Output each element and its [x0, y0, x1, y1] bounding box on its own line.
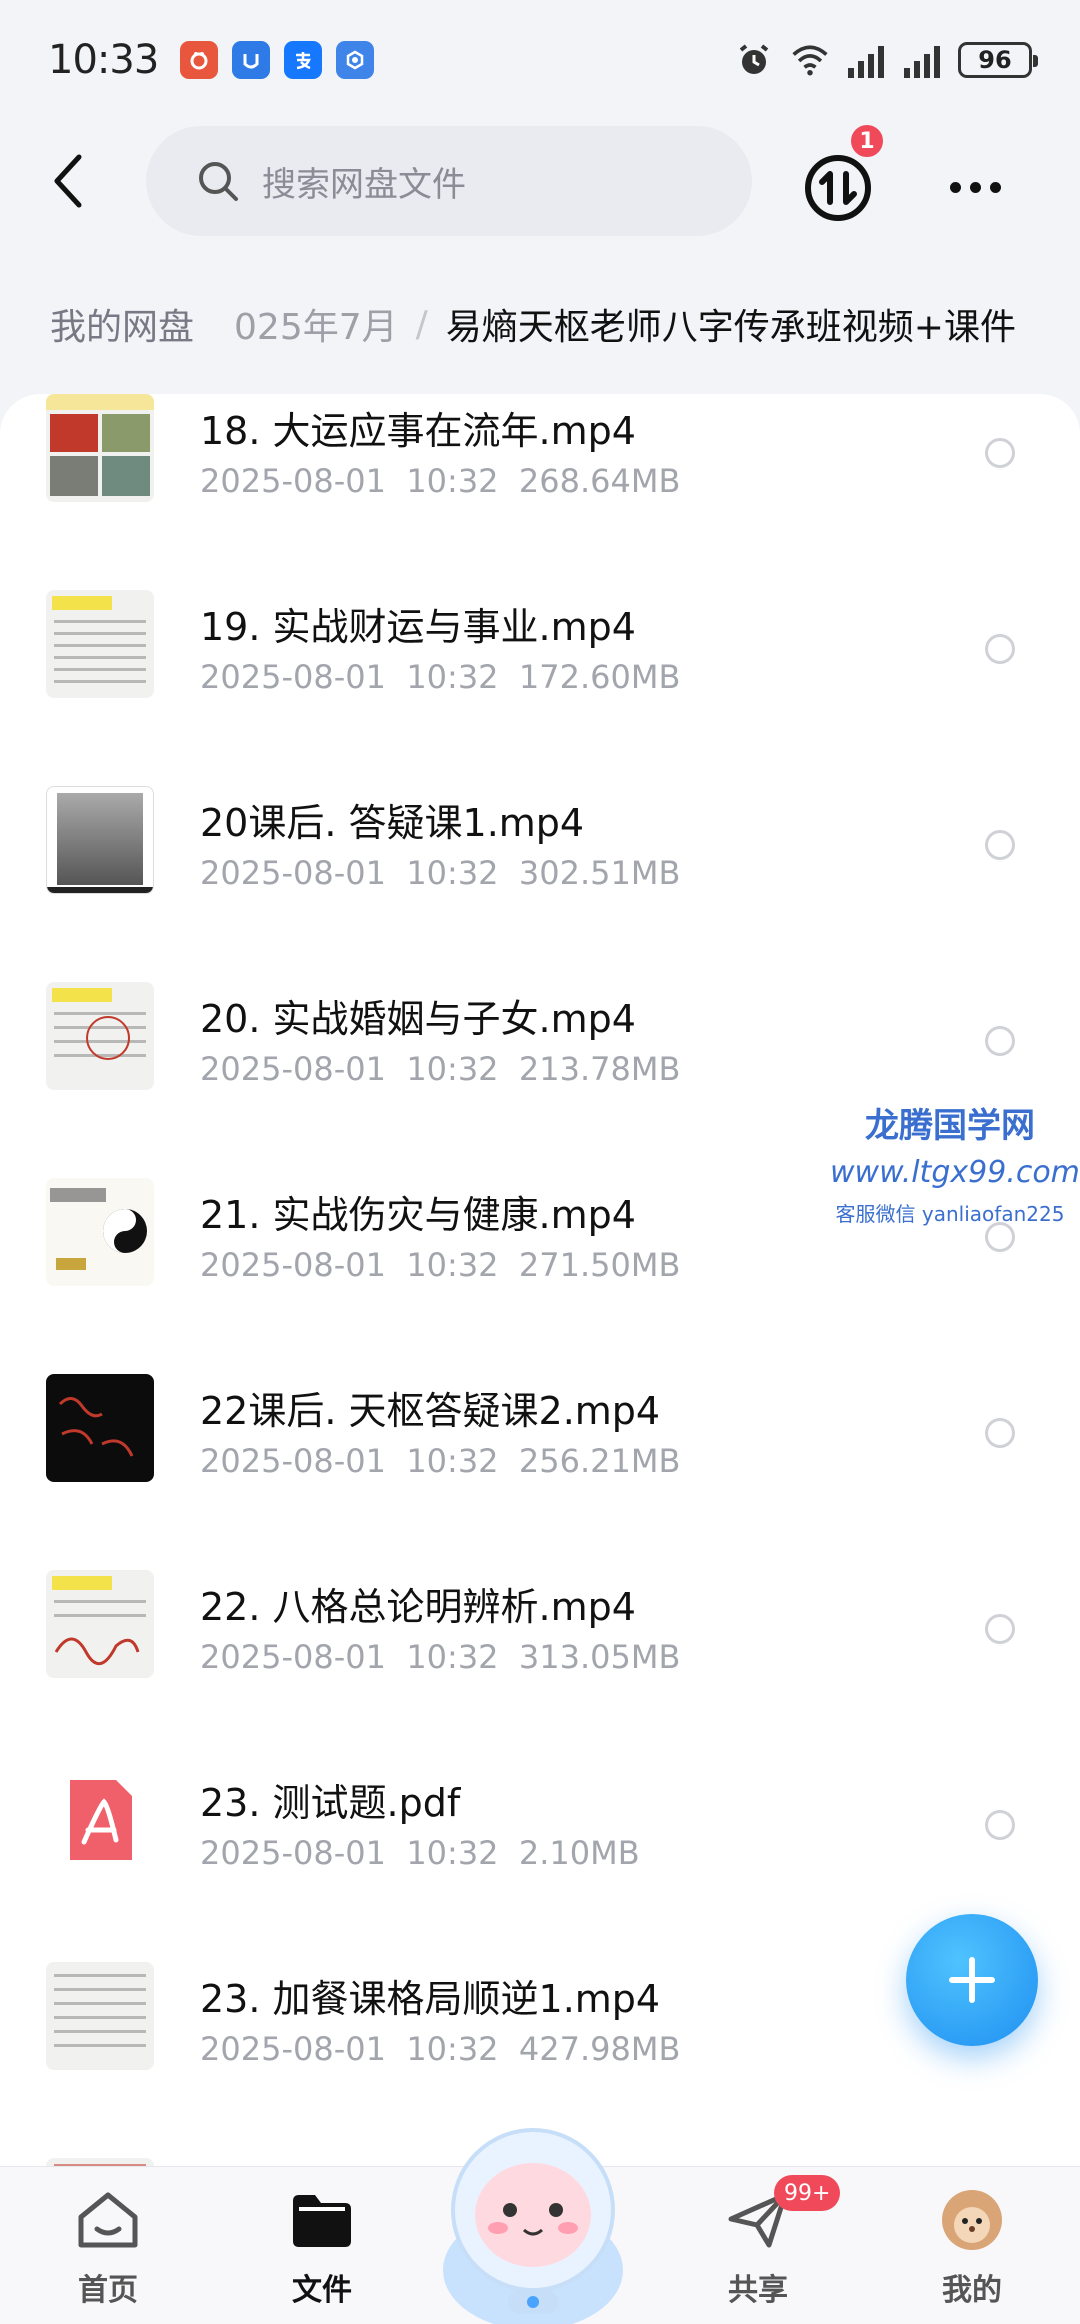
video-thumbnail — [46, 1570, 154, 1678]
select-checkbox[interactable] — [985, 1614, 1015, 1644]
transfer-list-button[interactable] — [800, 150, 876, 226]
breadcrumb-current: 易熵天枢老师八字传承班视频+课件 — [445, 307, 1016, 348]
search-icon — [199, 162, 238, 201]
file-meta: 2025-08-01 10:32 172.60MB — [200, 658, 681, 696]
select-checkbox[interactable] — [985, 830, 1015, 860]
more-dot — [949, 181, 961, 193]
file-meta: 2025-08-01 10:32 271.50MB — [200, 1246, 681, 1284]
wifi-icon — [790, 42, 830, 78]
file-name: 22课后. 天枢答疑课2.mp4 — [200, 1389, 661, 1433]
tab-home-label: 首页 — [78, 2273, 138, 2308]
watermark-contact: 客服微信 yanliaofan225 — [835, 1202, 1065, 1226]
taobao-icon — [232, 41, 271, 79]
home-icon — [73, 2185, 143, 2255]
folder-icon — [287, 2185, 357, 2255]
file-row[interactable]: 22课后. 天枢答疑课2.mp4 2025-08-01 10:32 256.21… — [0, 1374, 1080, 1570]
app-icon — [336, 41, 375, 79]
more-dot — [989, 181, 1001, 193]
back-button[interactable] — [36, 148, 102, 214]
select-checkbox[interactable] — [985, 438, 1015, 468]
file-meta: 2025-08-01 10:32 302.51MB — [200, 854, 681, 892]
file-name: 21. 实战伤灾与健康.mp4 — [200, 1193, 636, 1237]
video-thumbnail — [46, 1178, 154, 1286]
file-name: 23. 加餐课格局顺逆1.mp4 — [200, 1977, 661, 2021]
alipay-icon — [284, 41, 323, 79]
file-row[interactable]: 23. 测试题.pdf 2025-08-01 10:32 2.10MB — [0, 1766, 1080, 1962]
tab-share-label: 共享 — [728, 2273, 788, 2308]
file-row[interactable]: 18. 大运应事在流年.mp4 2025-08-01 10:32 268.64M… — [0, 394, 1080, 590]
tab-share[interactable]: 99+ 共享 — [688, 2175, 841, 2309]
file-meta: 2025-08-01 10:32 2.10MB — [200, 1834, 640, 1872]
file-name: 20课后. 答疑课1.mp4 — [200, 801, 585, 845]
select-checkbox[interactable] — [985, 1418, 1015, 1448]
video-thumbnail — [46, 590, 154, 698]
file-meta: 2025-08-01 10:32 256.21MB — [200, 1442, 681, 1480]
astronaut-mascot-icon — [443, 2128, 623, 2324]
video-thumbnail — [46, 394, 154, 502]
file-row[interactable]: 22. 八格总论明辨析.mp4 2025-08-01 10:32 313.05M… — [0, 1570, 1080, 1766]
file-meta: 2025-08-01 10:32 313.05MB — [200, 1638, 681, 1676]
tab-mine-label: 我的 — [942, 2273, 1002, 2308]
select-checkbox[interactable] — [985, 1026, 1015, 1056]
status-time: 10:33 — [48, 37, 159, 83]
video-thumbnail — [46, 786, 154, 894]
file-meta: 2025-08-01 10:32 213.78MB — [200, 1050, 681, 1088]
watermark: 龙腾国学网 www.ltgx99.com 客服微信 yanliaofan225 — [830, 1098, 1080, 1227]
avatar — [937, 2185, 1007, 2255]
transfer-badge: 1 — [848, 122, 886, 160]
more-button[interactable] — [940, 152, 1010, 222]
watermark-url: www.ltgx99.com — [830, 1155, 1080, 1190]
battery-indicator: 96 — [958, 42, 1038, 78]
plus-icon — [949, 1957, 995, 2003]
file-name: 19. 实战财运与事业.mp4 — [200, 605, 636, 649]
search-placeholder: 搜索网盘文件 — [262, 164, 466, 205]
select-checkbox[interactable] — [985, 1810, 1015, 1840]
chevron-left-icon — [54, 154, 82, 208]
mascot-center-button[interactable] — [428, 2110, 638, 2324]
add-button[interactable] — [906, 1914, 1038, 2046]
video-thumbnail — [46, 982, 154, 1090]
more-dot — [969, 181, 981, 193]
breadcrumb: 我的网盘 025年7月 / 易熵天枢老师八字传承班视频+课件 — [0, 278, 1080, 370]
pdf-file-icon — [46, 1766, 154, 1874]
file-meta: 2025-08-01 10:32 427.98MB — [200, 2030, 681, 2068]
file-meta: 2025-08-01 10:32 268.64MB — [200, 462, 681, 500]
file-name: 23. 测试题.pdf — [200, 1781, 461, 1825]
baidu-app-icon — [180, 41, 219, 79]
video-thumbnail — [46, 1374, 154, 1482]
signal-icon — [846, 42, 886, 78]
select-checkbox[interactable] — [985, 634, 1015, 664]
tab-files-label: 文件 — [292, 2273, 352, 2308]
file-row[interactable]: 19. 实战财运与事业.mp4 2025-08-01 10:32 172.60M… — [0, 590, 1080, 786]
tab-home[interactable]: 首页 — [38, 2185, 178, 2309]
watermark-title: 龙腾国学网 — [865, 1106, 1035, 1146]
tab-files[interactable]: 文件 — [252, 2185, 392, 2309]
signal-icon-2 — [902, 42, 942, 78]
file-name: 22. 八格总论明辨析.mp4 — [200, 1585, 636, 1629]
notification-icons — [180, 41, 375, 79]
alarm-icon — [734, 42, 774, 78]
video-thumbnail — [46, 1962, 154, 2070]
breadcrumb-separator: / — [415, 303, 428, 345]
transfer-icon — [805, 155, 871, 221]
breadcrumb-parent[interactable]: 025年7月 — [234, 298, 398, 350]
search-input[interactable]: 搜索网盘文件 — [146, 126, 752, 236]
status-bar: 10:33 96 — [0, 0, 1080, 120]
top-bar: 搜索网盘文件 1 — [0, 122, 1080, 242]
share-badge: 99+ — [774, 2175, 841, 2211]
file-list: 18. 大运应事在流年.mp4 2025-08-01 10:32 268.64M… — [0, 394, 1080, 2184]
tab-mine[interactable]: 我的 — [902, 2185, 1042, 2309]
file-name: 20. 实战婚姻与子女.mp4 — [200, 997, 636, 1041]
file-name: 18. 大运应事在流年.mp4 — [200, 409, 636, 453]
file-row[interactable]: 20课后. 答疑课1.mp4 2025-08-01 10:32 302.51MB — [0, 786, 1080, 982]
breadcrumb-root[interactable]: 我的网盘 — [50, 298, 194, 350]
